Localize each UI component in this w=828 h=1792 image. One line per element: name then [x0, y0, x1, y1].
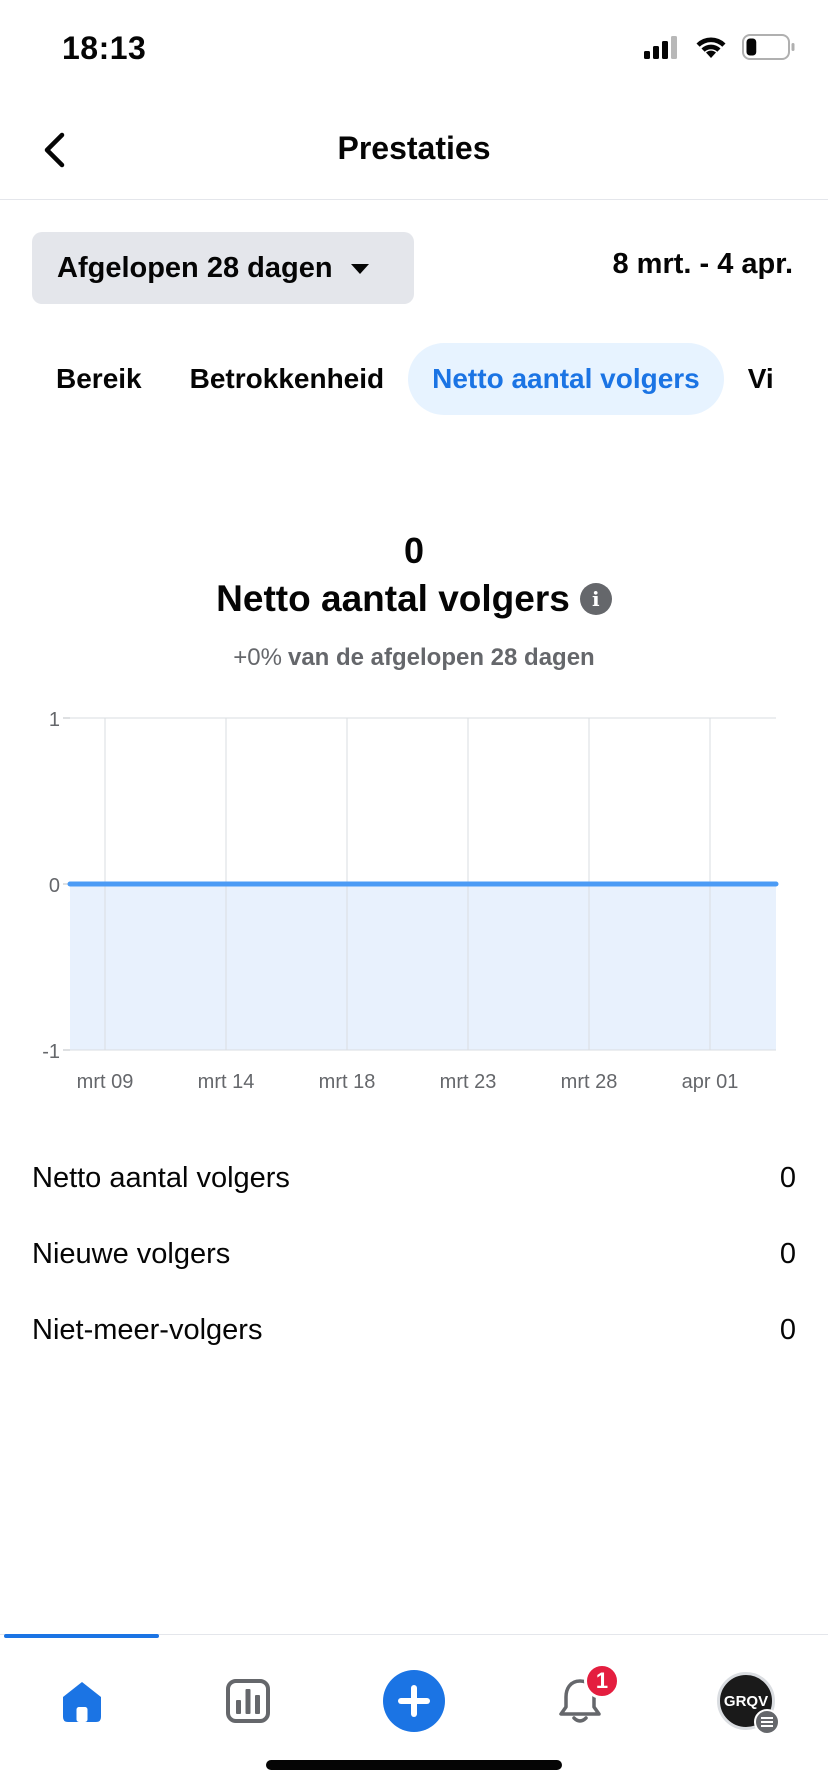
metric-row: Nieuwe volgers 0 [32, 1216, 796, 1292]
date-range-text: 8 mrt. - 4 apr. [612, 248, 793, 280]
chart-y-tick-label: 0 [49, 875, 60, 897]
tab-vi[interactable]: Vi [724, 343, 798, 415]
home-icon [63, 1682, 101, 1722]
insights-tab[interactable] [208, 1661, 288, 1741]
chart-svg: 1 0 -1 mrt 09 mrt 14 mrt 18 mrt 23 mrt 28 apr 01 [42, 709, 779, 1093]
active-tab-indicator [4, 1634, 159, 1638]
metric-row: Niet-meer-volgers 0 [32, 1292, 796, 1368]
followers-chart: 1 0 -1 mrt 09 mrt 14 mrt 18 mrt 23 mrt 28 apr 01 [0, 690, 828, 1100]
chart-x-tick-label: mrt 14 [198, 1071, 255, 1093]
summary-heading: Netto aantal volgers i [0, 578, 828, 620]
chart-x-tick-label: mrt 28 [561, 1071, 618, 1093]
notification-badge: 1 [584, 1663, 620, 1699]
tab-bereik[interactable]: Bereik [32, 343, 166, 415]
status-time: 18:13 [62, 30, 147, 66]
create-tab[interactable] [374, 1661, 454, 1741]
summary-change: +0% [233, 644, 282, 671]
metric-label: Niet-meer-volgers [32, 1313, 263, 1346]
status-icons [644, 34, 796, 60]
metric-value: 0 [779, 1161, 796, 1194]
menu-icon [754, 1709, 780, 1735]
caret-down-icon [350, 264, 369, 274]
tab-betrokkenheid[interactable]: Betrokkenheid [166, 343, 409, 415]
avatar: GRQV [717, 1672, 780, 1735]
metric-value: 0 [779, 1313, 796, 1346]
chart-x-tick-label: mrt 23 [440, 1071, 497, 1093]
metrics-list: Netto aantal volgers 0 Nieuwe volgers 0 … [32, 1140, 796, 1368]
home-tab[interactable] [42, 1661, 122, 1741]
chart-y-tick-label: 1 [49, 709, 60, 731]
summary-change-label: van de afgelopen 28 dagen [287, 644, 595, 671]
chart-area-fill [70, 884, 776, 1050]
home-indicator [266, 1760, 562, 1770]
metric-label: Netto aantal volgers [32, 1161, 290, 1194]
summary-title: Netto aantal volgers [216, 578, 570, 619]
date-range-dropdown-label: Afgelopen 28 dagen [57, 251, 333, 284]
create-icon [383, 1670, 445, 1732]
battery-icon [742, 34, 795, 60]
metric-label: Nieuwe volgers [32, 1237, 231, 1270]
cellular-signal-icon [644, 36, 677, 59]
summary-subtitle: +0% van de afgelopen 28 dagen [0, 644, 828, 672]
notifications-tab[interactable]: 1 [540, 1661, 620, 1741]
chart-x-tick-label: mrt 09 [77, 1071, 134, 1093]
avatar-text: GRQV [723, 1692, 769, 1710]
summary-value: 0 [403, 530, 425, 571]
page-title: Prestaties [337, 130, 491, 166]
chart-y-tick-label: -1 [42, 1041, 60, 1063]
metric-row: Netto aantal volgers 0 [32, 1140, 796, 1216]
wifi-icon [696, 37, 726, 58]
insights-icon [226, 1679, 270, 1723]
date-range-dropdown[interactable]: Afgelopen 28 dagen [32, 232, 414, 304]
profile-tab[interactable]: GRQV [706, 1661, 786, 1741]
metric-tabs: Bereik Betrokkenheid Netto aantal volger… [32, 343, 828, 415]
status-bar: 18:13 [0, 0, 828, 100]
chart-x-tick-label: mrt 18 [319, 1071, 376, 1093]
navigation-bar: Prestaties [0, 100, 828, 200]
metric-value: 0 [779, 1237, 796, 1270]
info-icon[interactable]: i [579, 583, 612, 615]
tab-netto-aantal-volgers[interactable]: Netto aantal volgers [408, 343, 724, 415]
chart-x-tick-label: apr 01 [682, 1071, 739, 1093]
